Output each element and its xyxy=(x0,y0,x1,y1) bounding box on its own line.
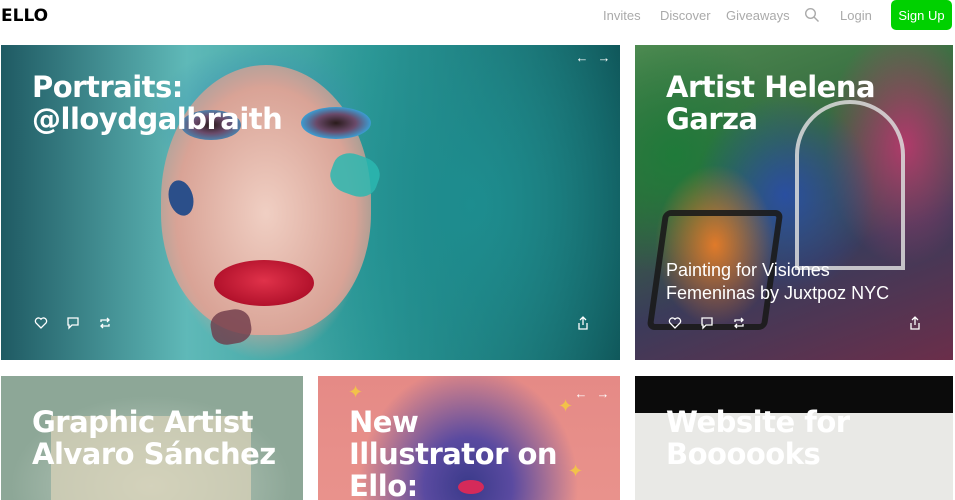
featured-card-helena-garza[interactable]: Artist Helena Garza Painting for Visione… xyxy=(635,45,953,360)
card-title-line: Garza xyxy=(666,102,758,136)
featured-card-booooks[interactable]: Website for Boooooks xyxy=(635,376,953,500)
nav-discover-link[interactable]: Discover xyxy=(660,8,711,23)
card-title-line: Boooooks xyxy=(666,437,821,471)
card-title-line: Graphic Artist xyxy=(32,405,253,439)
card-title-line: Alvaro Sánchez xyxy=(32,437,276,471)
card-title[interactable]: Graphic Artist Alvaro Sánchez xyxy=(32,406,276,470)
repost-icon[interactable] xyxy=(98,316,112,330)
card-title-line: @lloydgalbraith xyxy=(32,102,283,136)
sparkle-icon: ✦ xyxy=(558,396,574,416)
ello-logo[interactable]: ELLO xyxy=(1,6,48,26)
card-title-line: Illustrator on xyxy=(349,437,558,471)
heart-icon[interactable] xyxy=(668,316,682,330)
nav-login-link[interactable]: Login xyxy=(840,8,872,23)
comment-icon[interactable] xyxy=(66,316,80,330)
arrow-right-icon[interactable]: → xyxy=(598,50,611,65)
portrait-lips xyxy=(214,260,314,306)
signup-button[interactable]: Sign Up xyxy=(891,0,952,30)
comment-icon[interactable] xyxy=(700,316,714,330)
featured-card-alvaro-sanchez[interactable]: Graphic Artist Alvaro Sánchez xyxy=(1,376,303,500)
card-title-line: Ello: xyxy=(349,469,418,500)
card-title[interactable]: Website for Boooooks xyxy=(666,406,850,470)
card-title-line: Artist Helena xyxy=(666,70,876,104)
repost-icon[interactable] xyxy=(732,316,746,330)
arrow-right-icon[interactable]: → xyxy=(597,386,610,401)
nav-giveaways-link[interactable]: Giveaways xyxy=(726,8,790,23)
card-title-line: Website for xyxy=(666,405,850,439)
search-icon[interactable] xyxy=(804,7,820,23)
top-navigation-bar: ELLO Invites Discover Giveaways Login Si… xyxy=(0,0,955,32)
heart-icon[interactable] xyxy=(34,316,48,330)
carousel-arrows: ← → xyxy=(576,50,611,65)
card-title-line: Portraits: xyxy=(32,70,183,104)
featured-card-new-illustrator[interactable]: ✦ ✦ ✦ New Illustrator on Ello: ← → xyxy=(318,376,620,500)
card-subtitle-line: Femeninas by Juxtpoz NYC xyxy=(666,283,890,303)
carousel-arrows: ← → xyxy=(575,386,610,401)
featured-card-portraits[interactable]: Portraits: @lloydgalbraith ← → xyxy=(1,45,620,360)
sparkle-icon: ✦ xyxy=(568,461,584,481)
card-title[interactable]: Artist Helena Garza xyxy=(666,70,876,136)
card-actions xyxy=(668,316,746,330)
arrow-left-icon[interactable]: ← xyxy=(576,50,589,65)
sparkle-icon: ✦ xyxy=(348,382,364,402)
arrow-left-icon[interactable]: ← xyxy=(575,386,588,401)
portrait-eye-right xyxy=(301,107,371,139)
card-title-line: New xyxy=(349,405,419,439)
card-subtitle-line: Painting for Visiones xyxy=(666,260,830,280)
share-icon[interactable] xyxy=(908,316,922,330)
card-title[interactable]: Portraits: @lloydgalbraith xyxy=(32,70,283,136)
card-actions xyxy=(34,316,112,330)
nav-invites-link[interactable]: Invites xyxy=(603,8,641,23)
card-title[interactable]: New Illustrator on Ello: xyxy=(349,405,558,500)
share-icon[interactable] xyxy=(576,316,590,330)
card-subtitle: Painting for Visiones Femeninas by Juxtp… xyxy=(666,259,936,305)
